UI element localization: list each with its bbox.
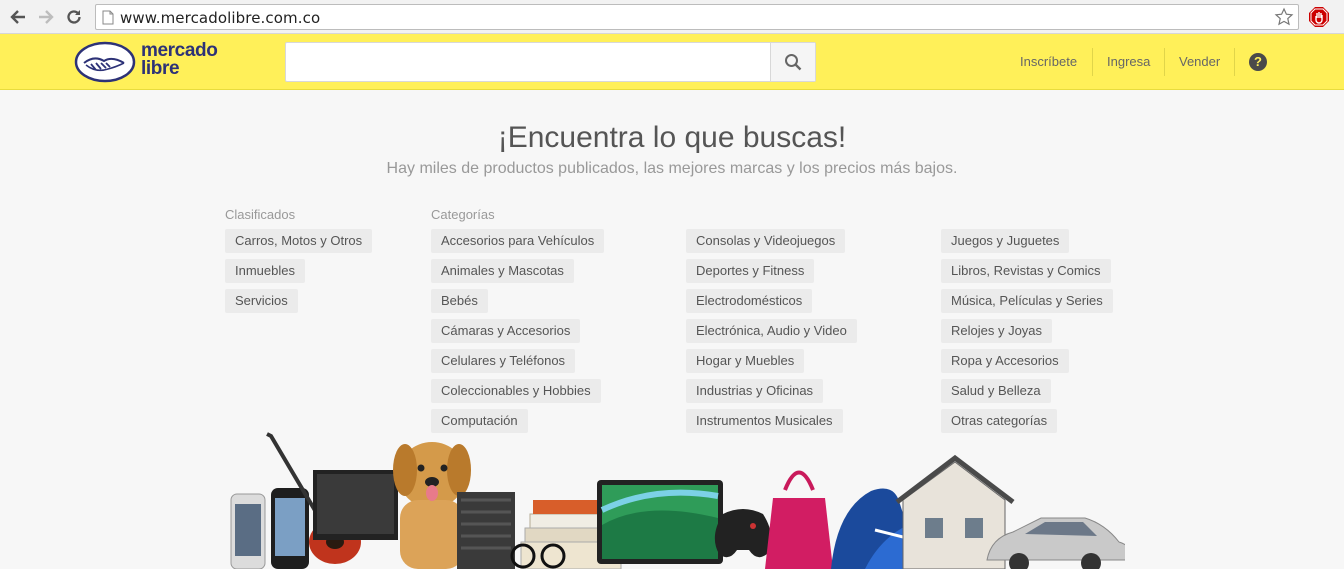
search-button[interactable] xyxy=(770,43,815,81)
sell-link[interactable]: Vender xyxy=(1179,54,1220,69)
back-icon[interactable] xyxy=(6,5,30,29)
login-link[interactable]: Ingresa xyxy=(1107,54,1150,69)
category-link[interactable]: Juegos y Juguetes xyxy=(941,229,1070,253)
logo-wordmark: mercado libre xyxy=(141,40,218,79)
category-link[interactable]: Hogar y Muebles xyxy=(686,349,805,373)
category-link[interactable]: Electrodomésticos xyxy=(686,289,813,313)
nav-divider xyxy=(1092,48,1093,76)
category-link[interactable]: Libros, Revistas y Comics xyxy=(941,259,1111,283)
category-link[interactable]: Servicios xyxy=(225,289,298,313)
signup-link[interactable]: Inscríbete xyxy=(1020,54,1077,69)
category-link[interactable]: Relojes y Joyas xyxy=(941,319,1053,343)
site-header: mercado libre Inscríbete Ingresa Vender … xyxy=(0,34,1344,90)
nav-divider xyxy=(1164,48,1165,76)
page-subtitle: Hay miles de productos publicados, las m… xyxy=(386,160,958,177)
category-link[interactable]: Inmuebles xyxy=(225,259,305,283)
category-link[interactable]: Animales y Mascotas xyxy=(431,259,574,283)
nav-divider xyxy=(1234,48,1235,76)
category-link[interactable]: Accesorios para Vehículos xyxy=(431,229,605,253)
search-icon xyxy=(785,54,802,71)
search-input[interactable] xyxy=(286,43,770,81)
clasificados-heading: Clasificados xyxy=(225,207,296,222)
browser-toolbar: www.mercadolibre.com.co xyxy=(0,0,1344,34)
mercadolibre-logo[interactable]: mercado libre xyxy=(74,41,244,85)
category-link[interactable]: Música, Películas y Series xyxy=(941,289,1113,313)
search-box xyxy=(285,42,816,82)
category-link[interactable]: Ropa y Accesorios xyxy=(941,349,1069,373)
forward-icon[interactable] xyxy=(34,5,58,29)
products-collage-image xyxy=(230,432,1125,569)
category-link[interactable]: Industrias y Oficinas xyxy=(686,379,824,403)
category-link[interactable]: Carros, Motos y Otros xyxy=(225,229,373,253)
category-link[interactable]: Salud y Belleza xyxy=(941,379,1051,403)
bookmark-star-icon[interactable] xyxy=(1274,7,1294,32)
category-link[interactable]: Electrónica, Audio y Video xyxy=(686,319,857,343)
help-icon[interactable]: ? xyxy=(1249,53,1267,71)
url-text: www.mercadolibre.com.co xyxy=(120,9,321,27)
extension-icon[interactable] xyxy=(1308,6,1330,28)
category-link[interactable]: Cámaras y Accesorios xyxy=(431,319,581,343)
address-bar[interactable]: www.mercadolibre.com.co xyxy=(95,4,1299,30)
category-link[interactable]: Consolas y Videojuegos xyxy=(686,229,846,253)
category-link[interactable]: Celulares y Teléfonos xyxy=(431,349,576,373)
page-icon xyxy=(102,10,114,30)
category-link[interactable]: Bebés xyxy=(431,289,488,313)
page-title: ¡Encuentra lo que buscas! xyxy=(497,121,847,154)
categorias-heading: Categorías xyxy=(431,207,495,222)
reload-icon[interactable] xyxy=(62,5,86,29)
category-link[interactable]: Deportes y Fitness xyxy=(686,259,815,283)
category-link[interactable]: Coleccionables y Hobbies xyxy=(431,379,601,403)
